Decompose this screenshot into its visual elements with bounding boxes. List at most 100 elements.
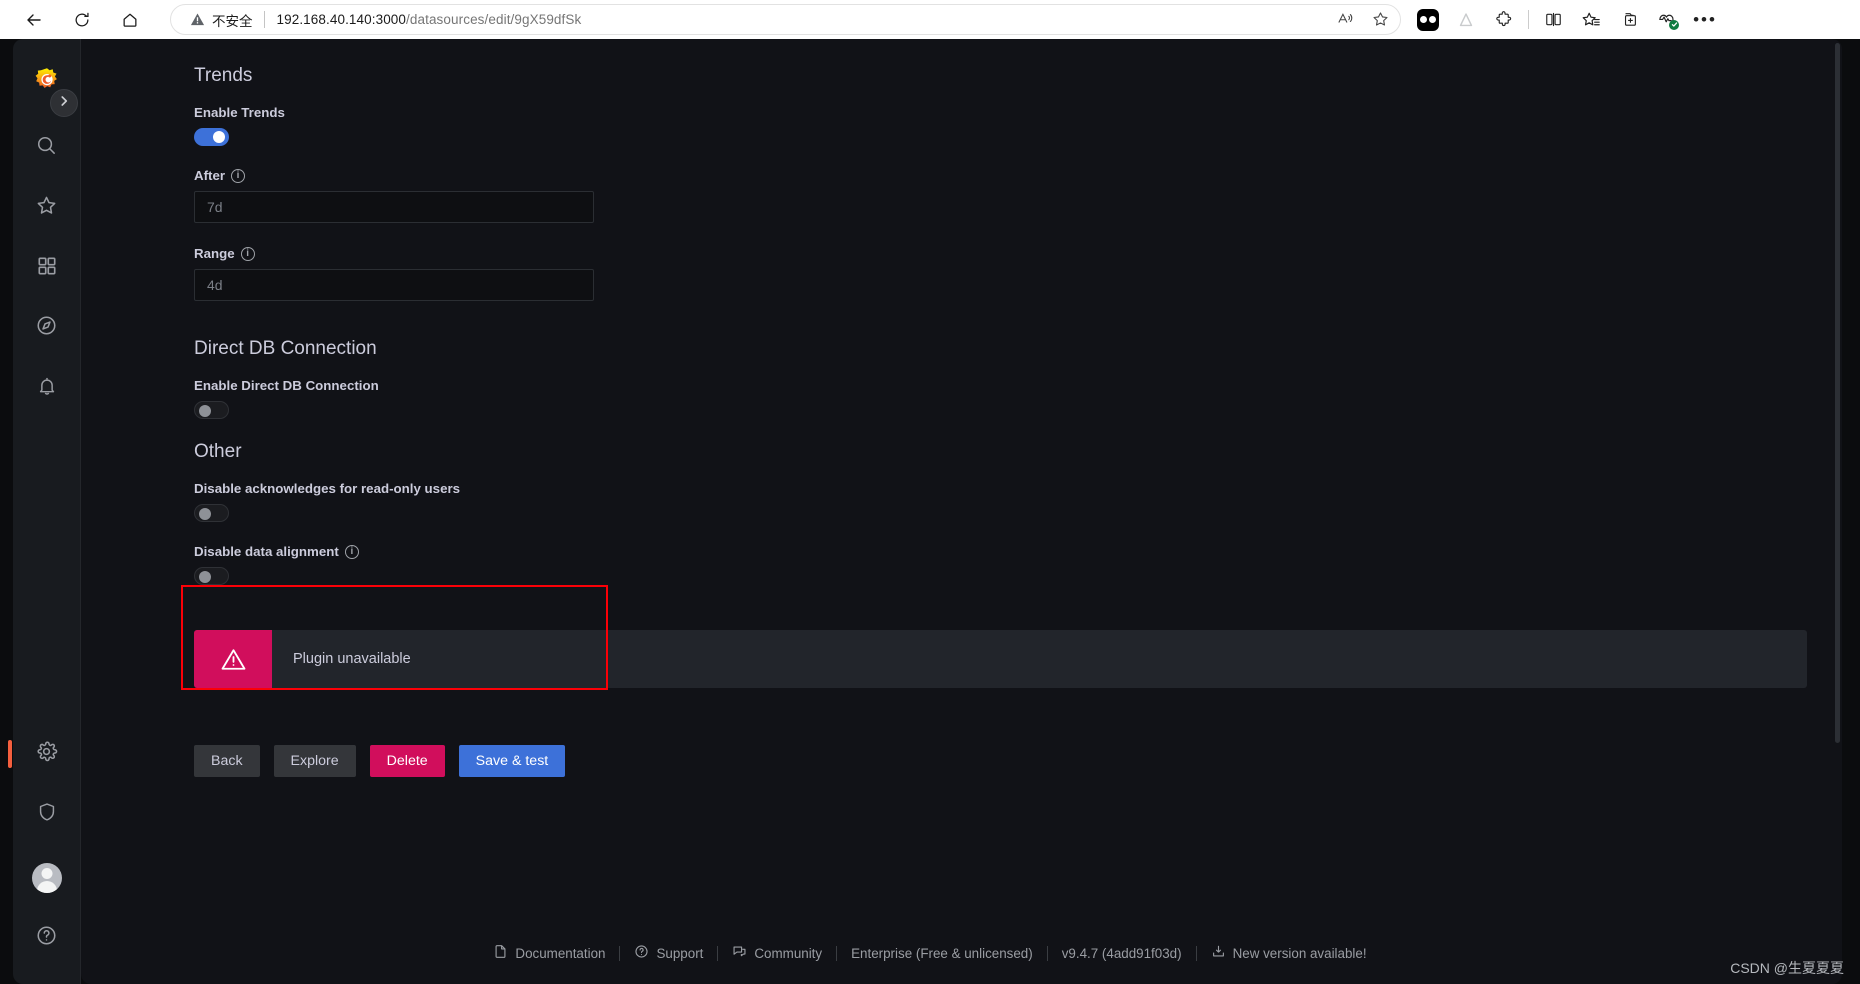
footer-new-version-text: New version available!: [1232, 945, 1367, 961]
chevron-right-icon: [57, 94, 71, 113]
disable-acknowledges-toggle[interactable]: [194, 504, 229, 522]
sidebar-item-server-admin[interactable]: [27, 794, 67, 834]
enable-trends-label: Enable Trends: [194, 105, 1834, 120]
omnibox-divider: [263, 11, 265, 28]
delete-button[interactable]: Delete: [369, 745, 445, 777]
range-input-placeholder: 4d: [207, 277, 223, 293]
comments-icon: [732, 944, 747, 962]
after-label-text: After: [194, 168, 226, 183]
back-button[interactable]: Back: [194, 745, 260, 777]
browser-essentials-icon[interactable]: [1648, 4, 1686, 36]
sidebar-item-dashboards[interactable]: [27, 248, 67, 288]
footer-link-community[interactable]: Community: [718, 944, 836, 962]
bell-icon: [36, 375, 58, 402]
browser-toolbar: 不安全 192.168.40.140:3000/datasources/edit…: [0, 0, 1860, 39]
question-circle-icon: [634, 944, 649, 962]
read-aloud-icon[interactable]: [1336, 10, 1355, 29]
settings-form: Trends Enable Trends After i 7d Range i …: [81, 39, 1834, 984]
footer-documentation-text: Documentation: [515, 945, 606, 961]
after-input-placeholder: 7d: [207, 199, 223, 215]
watermark: CSDN @生夏夏夏: [1730, 960, 1844, 976]
sidebar: [7, 39, 81, 984]
address-bar[interactable]: 不安全 192.168.40.140:3000/datasources/edit…: [170, 4, 1401, 35]
sidebar-item-explore[interactable]: [27, 308, 67, 348]
enable-trends-label-text: Enable Trends: [194, 105, 285, 120]
reload-icon[interactable]: [64, 4, 100, 36]
shield-icon: [36, 801, 58, 828]
url-host: 192.168.40.140:3000: [276, 12, 407, 27]
footer-community-text: Community: [754, 945, 823, 961]
other-section-title: Other: [194, 441, 242, 462]
range-label-text: Range: [194, 246, 235, 261]
compass-icon: [35, 314, 58, 342]
star-icon: [35, 194, 58, 222]
disable-data-alignment-label: Disable data alignment i: [194, 544, 1834, 559]
collections-icon[interactable]: [1610, 4, 1648, 36]
sidebar-item-alerting[interactable]: [27, 368, 67, 408]
enable-direct-db-toggle[interactable]: [194, 401, 229, 419]
footer-edition: Enterprise (Free & unlicensed): [851, 945, 1033, 961]
extensions-icon[interactable]: [1485, 4, 1523, 36]
security-label: 不安全: [212, 13, 253, 29]
plugin-unavailable-alert: Plugin unavailable: [194, 630, 1807, 688]
not-secure-warning-icon: [189, 12, 205, 28]
trends-section-title: Trends: [194, 65, 253, 86]
status-check-icon: [1669, 19, 1679, 30]
brand-a-icon[interactable]: [1447, 4, 1485, 36]
toggle-knob: [199, 571, 211, 583]
enable-direct-db-label: Enable Direct DB Connection: [194, 378, 1834, 393]
form-actions: Back Explore Delete Save & test: [194, 745, 1834, 817]
footer-link-documentation[interactable]: Documentation: [479, 944, 619, 962]
split-screen-icon[interactable]: [1534, 4, 1572, 36]
range-input[interactable]: 4d: [194, 269, 594, 301]
explore-button[interactable]: Explore: [273, 745, 356, 777]
profile-chip-icon[interactable]: [1409, 4, 1447, 36]
disable-data-alignment-label-text: Disable data alignment: [194, 544, 339, 559]
alert-container: Plugin unavailable: [181, 585, 1834, 690]
search-icon: [35, 134, 58, 162]
enable-trends-toggle[interactable]: [194, 128, 229, 146]
footer-link-support[interactable]: Support: [620, 944, 717, 962]
toggle-knob: [213, 131, 225, 143]
expand-menu-button[interactable]: [50, 89, 78, 117]
footer-link-new-version[interactable]: New version available!: [1197, 944, 1381, 962]
grafana-app: Trends Enable Trends After i 7d Range i …: [0, 39, 1860, 984]
info-icon[interactable]: i: [344, 544, 359, 559]
url-path: /datasources/edit/9gX59dfSk: [406, 12, 582, 27]
sidebar-item-search[interactable]: [27, 128, 67, 168]
warning-triangle-icon: [194, 630, 272, 688]
back-arrow-icon[interactable]: [16, 4, 52, 36]
sidebar-item-profile[interactable]: [27, 858, 67, 898]
browser-extensions-toolbar: •••: [1409, 4, 1724, 36]
document-icon: [493, 944, 508, 962]
footer: Documentation Support Community Enterpri…: [0, 944, 1860, 962]
range-label: Range i: [194, 246, 1834, 261]
grid-icon: [36, 255, 58, 282]
page-scrollbar[interactable]: [1835, 43, 1840, 743]
disable-data-alignment-toggle[interactable]: [194, 567, 229, 585]
direct-db-section-title: Direct DB Connection: [194, 338, 377, 359]
datasource-settings-page: Trends Enable Trends After i 7d Range i …: [81, 39, 1842, 984]
favorites-icon[interactable]: [1572, 4, 1610, 36]
save-and-test-button[interactable]: Save & test: [458, 745, 566, 777]
sidebar-item-starred[interactable]: [27, 188, 67, 228]
toggle-knob: [199, 405, 211, 417]
footer-version: v9.4.7 (4add91f03d): [1061, 945, 1182, 961]
enable-direct-db-label-text: Enable Direct DB Connection: [194, 378, 379, 393]
after-input[interactable]: 7d: [194, 191, 594, 223]
alert-message: Plugin unavailable: [293, 651, 411, 667]
sidebar-item-configuration[interactable]: [7, 734, 67, 774]
info-icon[interactable]: i: [231, 168, 246, 183]
url-text: 192.168.40.140:3000/datasources/edit/9gX…: [277, 12, 582, 27]
home-icon[interactable]: [112, 4, 148, 36]
after-label: After i: [194, 168, 1834, 183]
info-icon[interactable]: i: [240, 246, 255, 261]
settings-and-more-icon[interactable]: •••: [1686, 4, 1724, 36]
footer-support-text: Support: [656, 945, 704, 961]
toolbar-divider: [1528, 10, 1529, 29]
disable-acknowledges-label-text: Disable acknowledges for read-only users: [194, 481, 461, 496]
gear-icon: [35, 740, 58, 768]
toggle-knob: [199, 508, 211, 520]
add-favorite-icon[interactable]: [1371, 10, 1390, 29]
download-icon: [1211, 944, 1226, 962]
